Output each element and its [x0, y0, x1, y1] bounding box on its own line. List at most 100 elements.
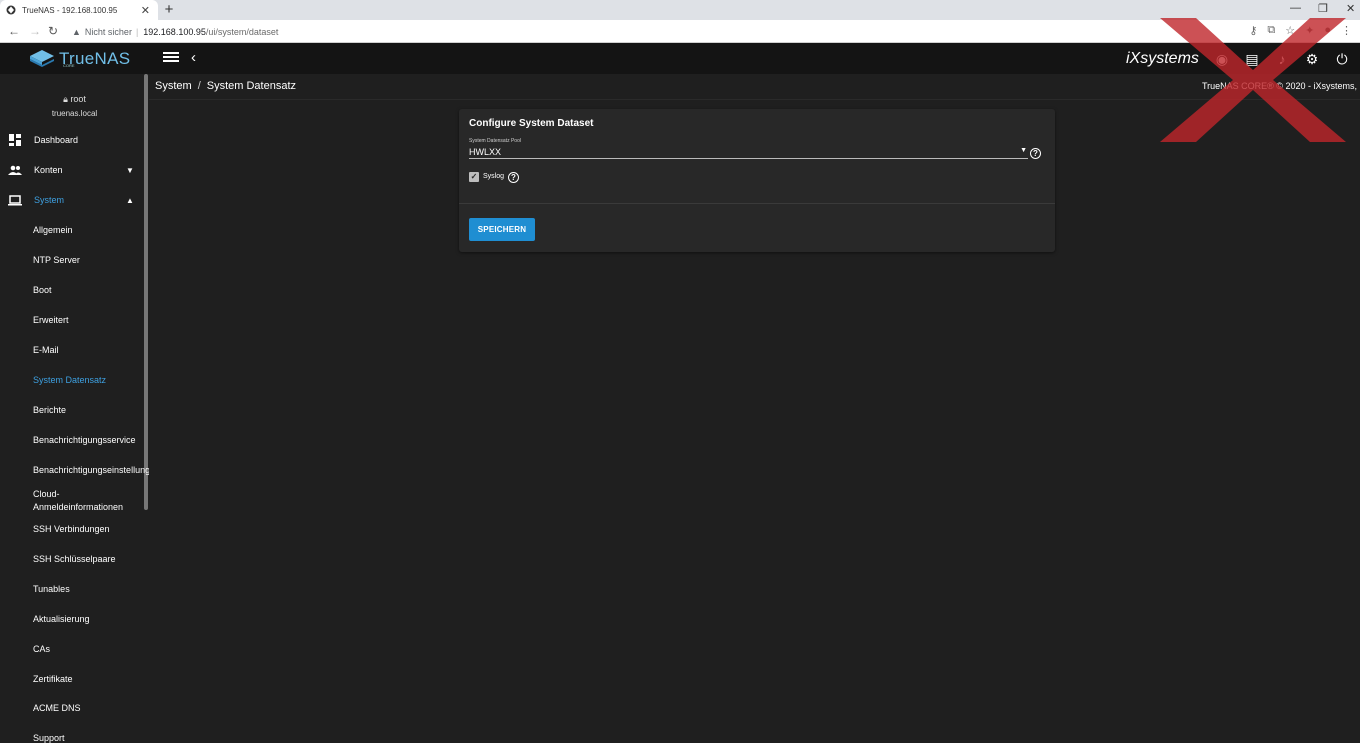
sidebar-subitem-support[interactable]: Support	[0, 723, 144, 743]
user-info: 🔒︎ root truenas.local	[0, 94, 149, 118]
sidebar-subitem-label: Support	[33, 733, 65, 743]
gear-icon[interactable]: ⚙	[1304, 51, 1320, 67]
warning-icon: ▲	[72, 26, 81, 37]
sidebar-subitem-boot[interactable]: Boot	[0, 275, 144, 305]
hamburger-menu-icon[interactable]	[163, 50, 179, 66]
laptop-icon	[8, 195, 22, 206]
sidebar-subitem-label: Benachrichtigungsservice	[33, 435, 136, 445]
sidebar-subitem-zertifikate[interactable]: Zertifikate	[0, 664, 144, 694]
sidebar-subitem-berichte[interactable]: Berichte	[0, 395, 144, 425]
new-tab-icon[interactable]: +	[162, 1, 176, 18]
truenas-logo[interactable]: TrueNAS	[30, 49, 130, 69]
restore-icon[interactable]: ❐	[1318, 2, 1328, 15]
sidebar-scrollbar[interactable]	[144, 74, 148, 510]
sidebar-subitem-label: Benachrichtigungseinstellungen	[33, 465, 149, 475]
pool-select[interactable]: HWLXX ▼	[469, 147, 1028, 159]
sidebar-item-label: Dashboard	[34, 135, 79, 145]
copyright: TrueNAS CORE® © 2020 - iXsystems, Inc	[1202, 81, 1360, 91]
reload-icon[interactable]: ↻	[48, 24, 58, 38]
dropdown-arrow-icon: ▼	[1020, 147, 1027, 154]
sidebar-subitem-label: CAs	[33, 644, 51, 654]
topbar-icons: ◉ ▤ ♪ ⚙ ⏻	[1214, 51, 1350, 67]
forward-arrow-icon[interactable]: →	[29, 24, 41, 38]
sidebar-subitem-benachrichtigungsservice[interactable]: Benachrichtigungsservice	[0, 425, 144, 455]
sidebar-subitem-label: Berichte	[33, 405, 67, 415]
sidebar-subitem-erweitert[interactable]: Erweitert	[0, 305, 144, 335]
sidebar-subitem-ssh-schluesselpaare[interactable]: SSH Schlüsselpaare	[0, 544, 144, 574]
sidebar-subitem-acme-dns[interactable]: ACME DNS	[0, 693, 144, 723]
sidebar-subitem-label-line1: Cloud-	[33, 489, 60, 499]
translate-icon[interactable]: ⧉	[1267, 24, 1275, 37]
url-field[interactable]: ▲ Nicht sicher | 192.168.100.95 /ui/syst…	[72, 23, 278, 40]
header-divider	[149, 99, 1360, 100]
sidebar-subitem-cas[interactable]: CAs	[0, 634, 144, 664]
pool-help-icon[interactable]: ?	[1030, 148, 1041, 159]
browser-addressbar: ← → ↻ ▲ Nicht sicher | 192.168.100.95 /u…	[0, 20, 1360, 43]
sidebar-subitem-label: E-Mail	[33, 345, 59, 355]
more-menu-icon[interactable]: ⋮	[1341, 24, 1352, 37]
url-separator: |	[135, 26, 139, 37]
power-icon[interactable]: ⏻	[1334, 51, 1350, 67]
caret-up-icon: ▲	[126, 195, 134, 205]
people-icon	[8, 165, 22, 175]
browser-tab[interactable]: TrueNAS - 192.168.100.95 ✕	[0, 0, 158, 20]
sidebar-subitem-allgemein[interactable]: Allgemein	[0, 215, 144, 245]
url-host: 192.168.100.95	[143, 26, 206, 37]
syslog-checkbox[interactable]: ✓	[469, 172, 479, 182]
syslog-help-icon[interactable]: ?	[508, 172, 519, 183]
sidebar-subitem-label: NTP Server	[33, 255, 80, 265]
close-window-icon[interactable]: ✕	[1346, 2, 1355, 15]
sidebar-subitem-benachrichtigungseinstellungen[interactable]: Benachrichtigungseinstellungen	[0, 455, 149, 485]
clipboard-icon[interactable]: ▤	[1244, 51, 1260, 67]
url-path: /ui/system/dataset	[205, 26, 279, 37]
sidebar-item-konten[interactable]: Konten ▼	[0, 155, 144, 185]
sidebar-subitem-label: Boot	[33, 285, 52, 295]
bell-icon[interactable]: ♪	[1274, 51, 1290, 67]
sidebar-subitem-cloud-anmeldeinformationen[interactable]: Cloud- Anmeldeinformationen	[0, 485, 144, 515]
profile-icon[interactable]: ●	[1324, 24, 1331, 37]
browser-tabbar: TrueNAS - 192.168.100.95 ✕ + — ❐ ✕	[0, 0, 1360, 20]
breadcrumb: System / System Datensatz	[155, 80, 296, 92]
sidebar-subitem-label: System Datensatz	[33, 375, 107, 385]
star-icon[interactable]: ☆	[1285, 24, 1295, 37]
sidebar-item-label: System	[34, 195, 65, 205]
sidebar-item-dashboard[interactable]: Dashboard	[0, 125, 144, 155]
close-tab-icon[interactable]: ✕	[141, 4, 150, 17]
sidebar-subitem-label: Aktualisierung	[33, 614, 90, 624]
sidebar-subitem-ntp[interactable]: NTP Server	[0, 245, 144, 275]
sidebar-subitem-label: SSH Verbindungen	[33, 524, 110, 534]
extension-icon[interactable]: ✦	[1305, 24, 1314, 37]
sidebar-subitem-aktualisierung[interactable]: Aktualisierung	[0, 604, 144, 634]
truenas-favicon-icon	[6, 5, 16, 15]
caret-down-icon: ▼	[126, 165, 134, 175]
sidebar: 🔒︎ root truenas.local Dashboard Konten ▼…	[0, 74, 149, 743]
user-host: truenas.local	[51, 109, 98, 118]
sidebar-item-system[interactable]: System ▲	[0, 185, 144, 215]
ixsystems-logo[interactable]: iXsystems	[1126, 50, 1199, 68]
minimize-icon[interactable]: —	[1290, 2, 1301, 14]
browser-toolbar-icons: ⚷ ⧉ ☆ ✦ ● ⋮	[1249, 24, 1352, 37]
truecommand-icon[interactable]: ◉	[1214, 51, 1230, 67]
sidebar-subitem-ssh-verbindungen[interactable]: SSH Verbindungen	[0, 514, 144, 544]
sidebar-subitem-tunables[interactable]: Tunables	[0, 574, 144, 604]
back-arrow-icon[interactable]: ←	[8, 24, 20, 38]
sidebar-subitem-email[interactable]: E-Mail	[0, 335, 144, 365]
breadcrumb-current: System Datensatz	[206, 80, 297, 92]
system-dataset-card: Configure System Dataset System Datensat…	[459, 109, 1055, 252]
sidebar-subitem-system-datensatz[interactable]: System Datensatz	[0, 365, 144, 395]
truenas-logo-icon	[30, 50, 54, 67]
user-name: root	[70, 94, 86, 104]
lock-icon: 🔒︎	[63, 94, 68, 104]
breadcrumb-system[interactable]: System	[155, 80, 192, 92]
key-icon[interactable]: ⚷	[1249, 24, 1257, 37]
sidebar-subitem-label: Allgemein	[33, 225, 73, 235]
chevron-left-icon[interactable]: ‹	[191, 49, 196, 66]
breadcrumb-separator: /	[197, 80, 201, 92]
sidebar-subitem-label: Erweitert	[33, 315, 69, 325]
syslog-label: Syslog	[483, 173, 505, 180]
insecure-label: Nicht sicher	[84, 26, 132, 37]
app-topbar: TrueNAS CORE ‹ iXsystems ◉ ▤ ♪ ⚙ ⏻	[0, 43, 1360, 74]
brand-sub: CORE	[63, 63, 75, 68]
save-button[interactable]: SPEICHERN	[469, 218, 535, 241]
sidebar-subitem-label: SSH Schlüsselpaare	[33, 554, 116, 564]
